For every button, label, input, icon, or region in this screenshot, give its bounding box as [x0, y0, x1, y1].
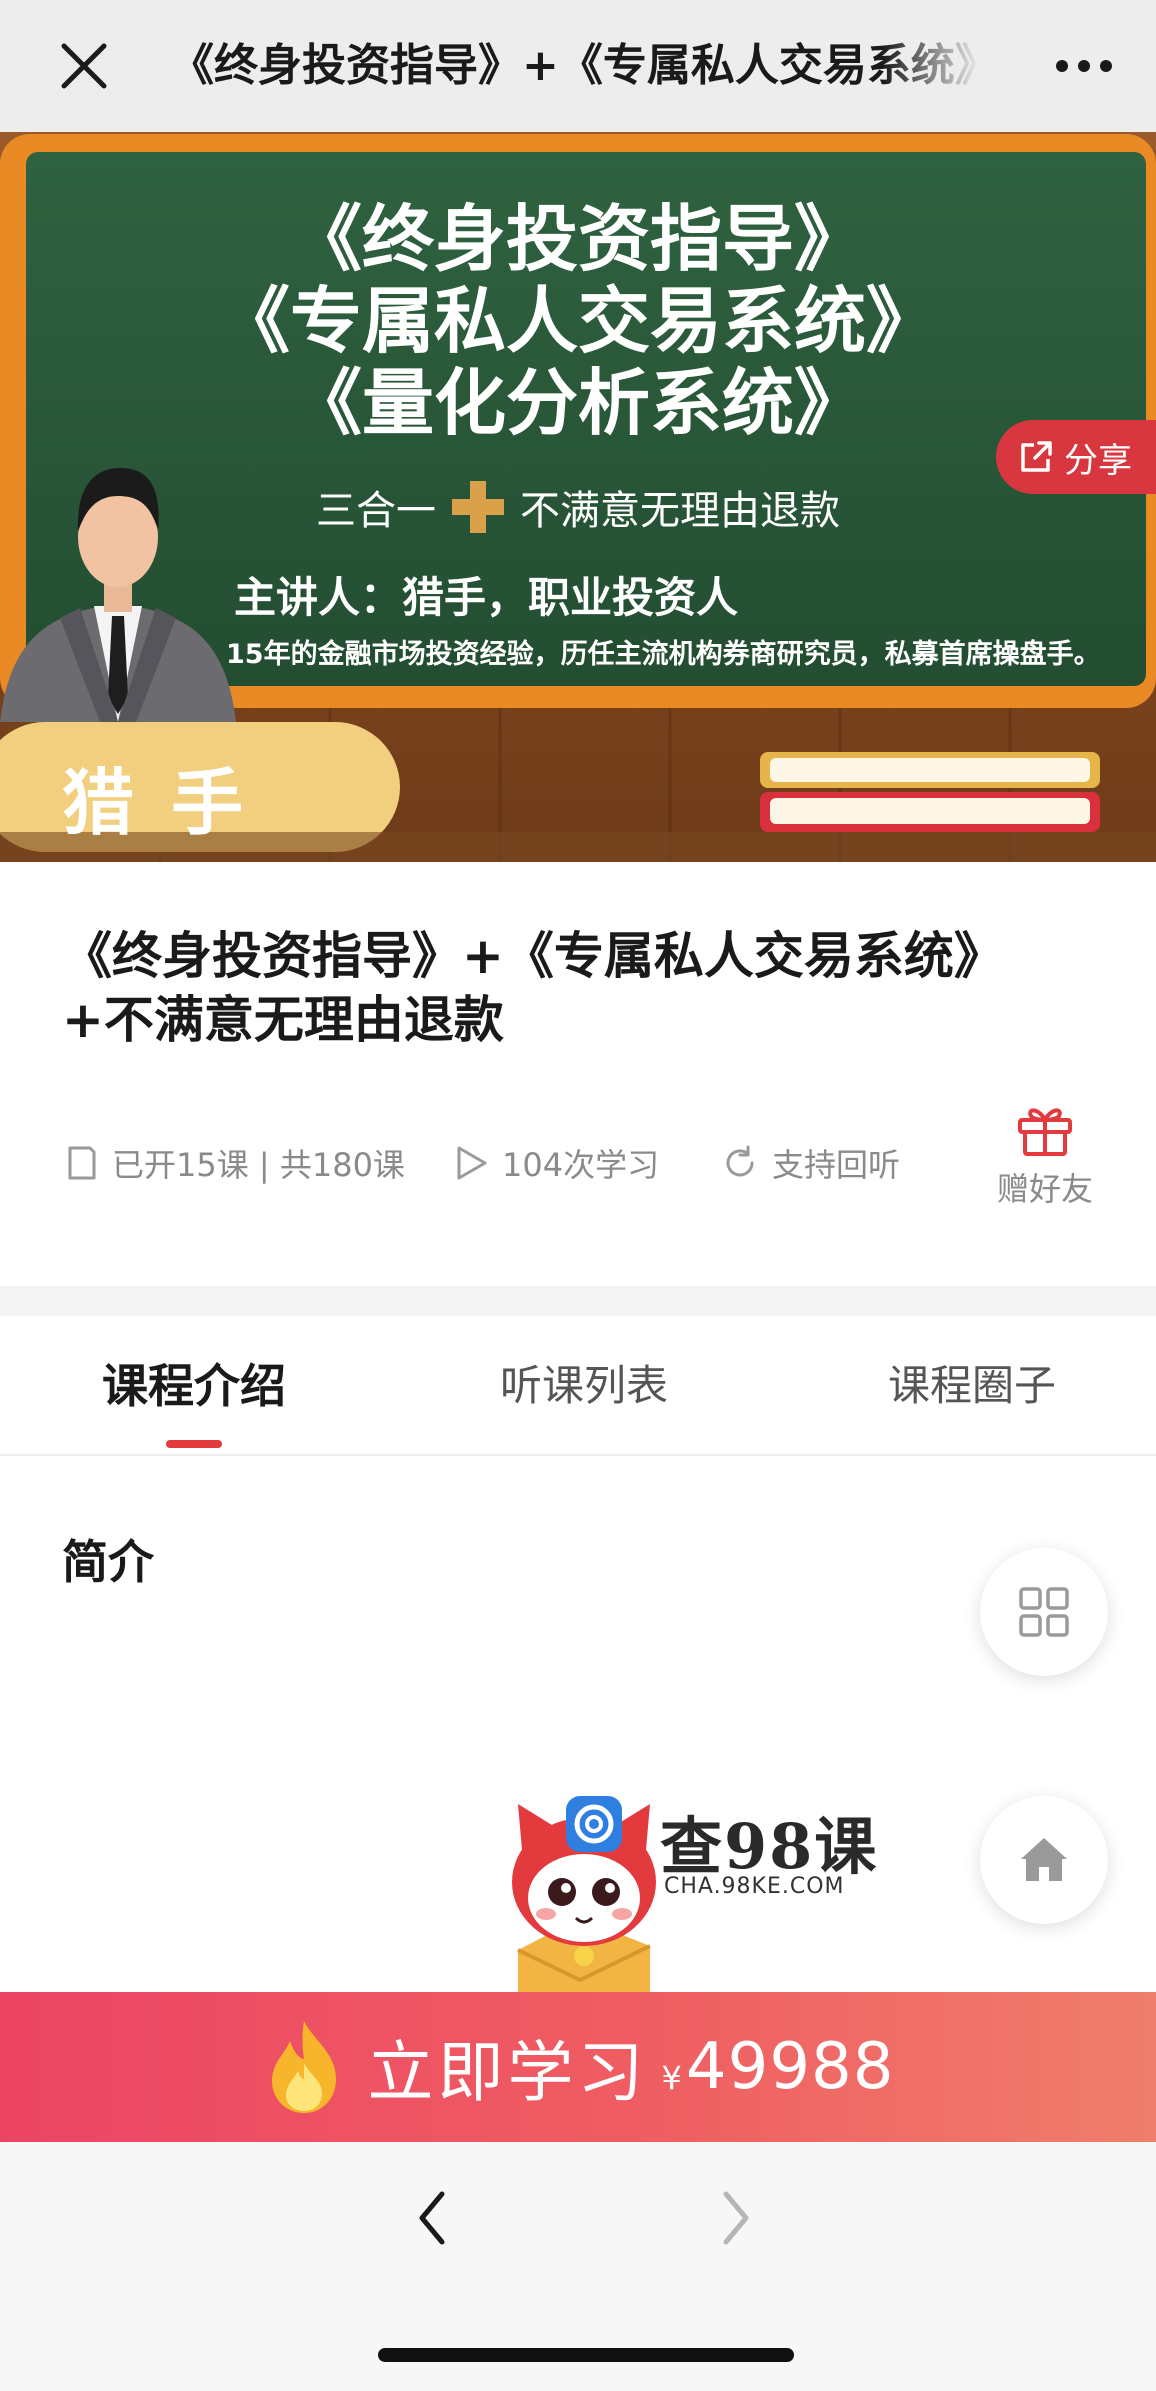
- study-now-label: 立即学习: [367, 2034, 648, 2111]
- study-now-button[interactable]: 立即学习 ¥ 49988: [0, 1992, 1156, 2142]
- tab-course-circle[interactable]: 课程圈子: [842, 1316, 1102, 1456]
- watermark-url: CHA.98KE.COM: [664, 1874, 845, 1899]
- banner-line-3: 《量化分析系统》: [289, 361, 866, 445]
- course-title: 《终身投资指导》+《专属私人交易系统》+不满意无理由退款: [62, 927, 1004, 1049]
- banner-bio: 15年的金融市场投资经验，历任主流机构券商研究员，私募首席操盘手。: [226, 639, 1101, 670]
- tab-lesson-list[interactable]: 听课列表: [454, 1316, 714, 1456]
- course-banner: 《终身投资指导》 《专属私人交易系统》 《量化分析系统》 三合一 不满意无理由退…: [0, 132, 1156, 862]
- page-title: 《终身投资指导》+《专属私人交易系统》+不满意无理由退款: [170, 40, 980, 91]
- more-options-icon[interactable]: [1050, 44, 1118, 88]
- replay-meta: 支持回听: [722, 1138, 900, 1188]
- banner-offer: 三合一 不满意无理由退款: [0, 478, 1156, 536]
- banner-speaker: 主讲人：猎手，职业投资人: [234, 573, 739, 622]
- gift-icon: [1018, 1108, 1072, 1156]
- menu-grid-button[interactable]: [980, 1548, 1108, 1676]
- top-bar: 《终身投资指导》+《专属私人交易系统》+不满意无理由退款: [0, 0, 1156, 132]
- study-count-text: 104次学习: [502, 1146, 660, 1184]
- back-arrow-icon[interactable]: [412, 2188, 452, 2248]
- intro-heading: 简介: [62, 1535, 154, 1589]
- home-indicator: [378, 2348, 794, 2362]
- three-in-one-text: 三合一: [316, 488, 436, 534]
- active-tab-indicator: [166, 1440, 222, 1448]
- home-button[interactable]: [980, 1796, 1108, 1924]
- grid-icon: [1019, 1587, 1069, 1637]
- tab-course-intro[interactable]: 课程介绍: [64, 1316, 324, 1456]
- home-icon: [1021, 1838, 1067, 1881]
- share-button[interactable]: 分享: [996, 420, 1156, 494]
- lessons-text: 已开15课 | 共180课: [112, 1146, 405, 1184]
- share-icon: [1021, 441, 1052, 472]
- gift-label: 赠好友: [996, 1170, 1093, 1208]
- flame-icon: [271, 2021, 336, 2113]
- price: 49988: [685, 2030, 895, 2104]
- close-icon[interactable]: [56, 38, 112, 94]
- plus-icon: [452, 481, 504, 533]
- watermark-brand: 查98课: [660, 1810, 879, 1883]
- name-badge: 猎 手: [62, 761, 250, 845]
- book-icon: [68, 1146, 96, 1180]
- section-divider: [0, 1286, 1156, 1316]
- tab-bar: 课程介绍 听课列表 课程圈子: [0, 1316, 1156, 1456]
- currency-symbol: ¥: [661, 2059, 682, 2097]
- replay-icon: [726, 1145, 754, 1177]
- study-count-meta: 104次学习: [454, 1138, 659, 1188]
- gift-friend-button[interactable]: 赠好友: [990, 1102, 1100, 1210]
- lessons-meta: 已开15课 | 共180课: [66, 1138, 405, 1188]
- share-label: 分享: [1064, 440, 1132, 481]
- play-icon: [457, 1146, 487, 1180]
- replay-text: 支持回听: [772, 1146, 901, 1184]
- forward-arrow-icon[interactable]: [716, 2188, 756, 2248]
- refund-text: 不满意无理由退款: [520, 488, 840, 534]
